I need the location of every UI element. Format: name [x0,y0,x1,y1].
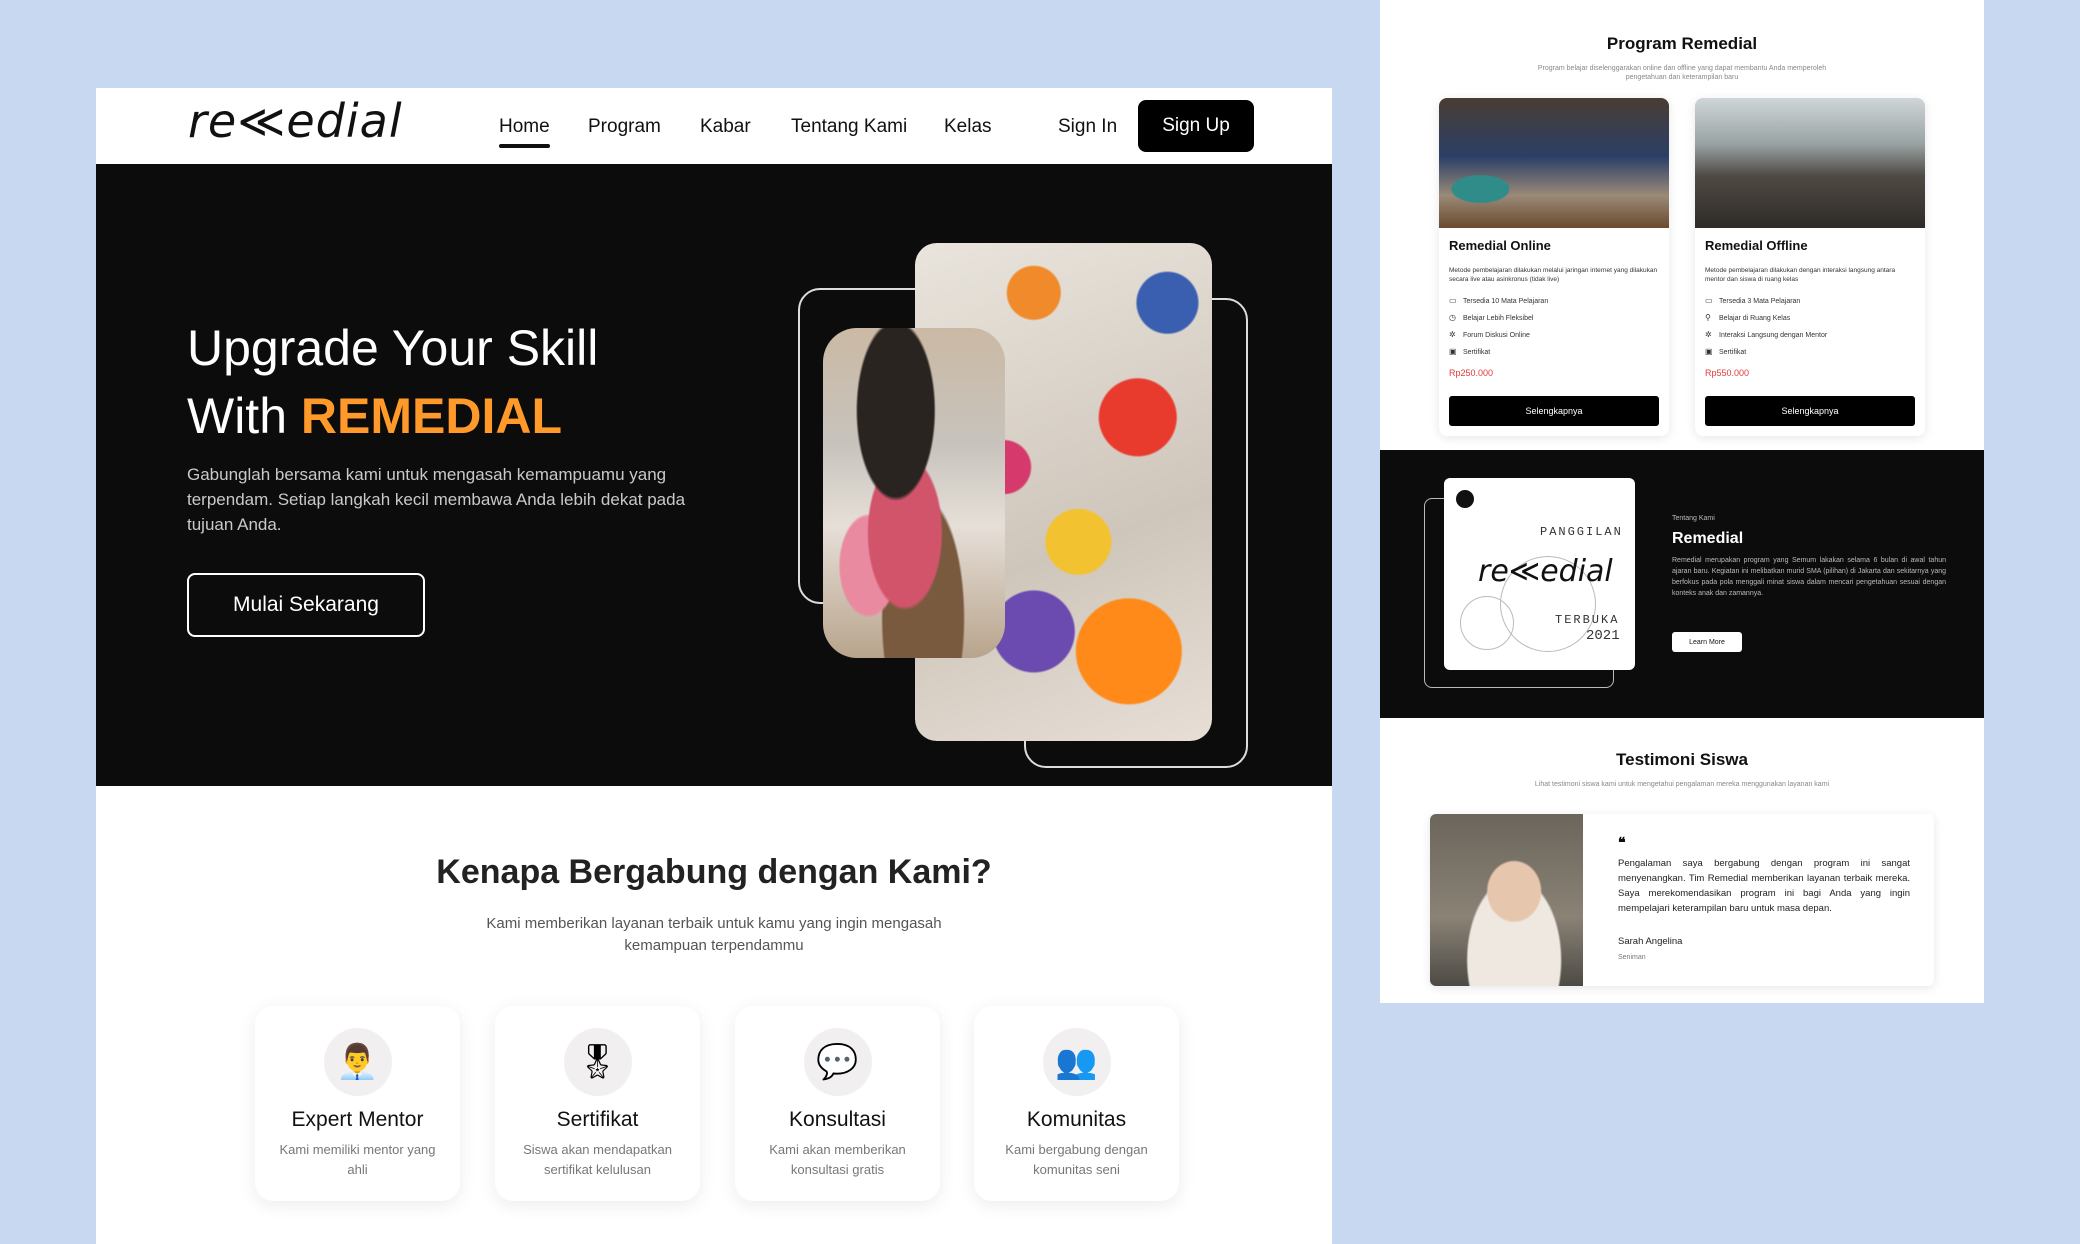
program-title: Program Remedial [1606,34,1758,53]
about-section: PANGGILAN re≪edial TERBUKA 2021 Tentang … [1380,450,1984,718]
list-item-label: Belajar di Ruang Kelas [1719,315,1791,322]
testimonial-title: Testimoni Siswa [1616,750,1748,769]
list-item: ✲ Forum Diskusi Online [1449,330,1548,347]
feature-description: Kami memiliki mentor yang ahli [279,1142,436,1177]
feature-description: Siswa akan mendapatkan sertifikat kelulu… [523,1142,672,1177]
list-item-label: Forum Diskusi Online [1463,332,1530,339]
list-item: ▣ Sertifikat [1449,347,1548,364]
sign-in-link[interactable]: Sign In [1058,116,1117,138]
testimonial-name: Sarah Angelina [1618,936,1683,947]
community-icon: 👥 [1042,1028,1111,1096]
quote-icon: ❝ [1618,834,1626,850]
hero-section: Upgrade Your Skill With REMEDIAL Gabungl… [96,164,1332,786]
nav-tentang-kami[interactable]: Tentang Kami [791,116,907,138]
start-now-button[interactable]: Mulai Sekarang [187,573,425,637]
feature-card-komunitas[interactable]: 👥 Komunitas Kami bergabung dengan komuni… [974,1006,1179,1201]
list-item-label: Tersedia 10 Mata Pelajaran [1463,298,1549,305]
list-item-label: Tersedia 3 Mata Pelajaran [1719,298,1801,305]
brand-mark-icon [1456,490,1474,508]
poster-subheading: TERBUKA [1555,613,1620,627]
decorative-circle [1460,596,1514,650]
program-card-offline[interactable]: Remedial Offline Metode pembelajaran dil… [1695,98,1925,436]
program-card-title: Remedial Online [1449,238,1551,253]
list-item: ⚲ Belajar di Ruang Kelas [1705,313,1827,330]
certificate-icon: ▣ [1705,347,1713,356]
poster-logo: re≪edial [1478,554,1613,589]
program-page-preview: Program Remedial Program belajar diselen… [1380,0,1984,1003]
nav-kelas[interactable]: Kelas [944,116,992,138]
feature-description: Kami akan memberikan konsultasi gratis [769,1142,906,1177]
certificate-icon: 🎖 [563,1028,632,1096]
navbar: re≪edial Home Program Kabar Tentang Kami… [96,88,1332,164]
feature-card-expert-mentor[interactable]: 👨‍💼 Expert Mentor Kami memiliki mentor y… [255,1006,460,1201]
hero-description: Gabunglah bersama kami untuk mengasah ke… [187,465,686,534]
clock-icon: ◷ [1449,313,1456,322]
details-button[interactable]: Selengkapnya [1705,396,1915,426]
poster-heading: PANGGILAN [1540,525,1623,539]
details-button[interactable]: Selengkapnya [1449,396,1659,426]
list-item: ▣ Sertifikat [1705,347,1827,364]
program-card-title: Remedial Offline [1705,238,1808,253]
online-class-image [1439,98,1669,228]
nav-kabar[interactable]: Kabar [700,116,751,138]
why-join-subtitle: Kami memberikan layanan terbaik untuk ka… [486,915,942,954]
feature-card-konsultasi[interactable]: 💬 Konsultasi Kami akan memberikan konsul… [735,1006,940,1201]
hero-title-accent: REMEDIAL [300,388,563,444]
student-photo [1430,814,1583,986]
feature-title: Sertifikat [556,1108,639,1131]
testimonial-role: Seniman [1618,954,1646,961]
poster-year: 2021 [1586,628,1620,644]
nav-program[interactable]: Program [588,116,661,138]
program-card-description: Metode pembelajaran dilakukan dengan int… [1705,267,1896,283]
list-item-label: Belajar Lebih Fleksibel [1463,315,1534,322]
recruitment-poster: PANGGILAN re≪edial TERBUKA 2021 [1444,478,1635,670]
certificate-icon: ▣ [1449,347,1457,356]
about-description: Remedial merupakan program yang Semum la… [1672,557,1946,597]
list-item: ◷ Belajar Lebih Fleksibel [1449,313,1548,330]
program-feature-list: ▭ Tersedia 10 Mata Pelajaran ◷ Belajar Leb… [1449,296,1548,364]
mentor-icon: 👨‍💼 [323,1028,392,1096]
book-icon: ▭ [1705,296,1713,305]
hero-title-line1: Upgrade Your Skill [187,320,599,376]
program-price: Rp550.000 [1705,368,1750,378]
program-card-online[interactable]: Remedial Online Metode pembelajaran dila… [1439,98,1669,436]
program-price: Rp250.000 [1449,368,1494,378]
interaction-icon: ✲ [1705,330,1712,339]
forum-icon: ✲ [1449,330,1456,339]
program-feature-list: ▭ Tersedia 3 Mata Pelajaran ⚲ Belajar di R… [1705,296,1827,364]
list-item: ✲ Interaksi Langsung dengan Mentor [1705,330,1827,347]
hero-title-prefix: With [187,388,301,444]
artist-painting-image [823,328,1005,658]
list-item-label: Interaksi Langsung dengan Mentor [1719,332,1828,339]
learn-more-button[interactable]: Learn More [1672,632,1742,652]
program-card-description: Metode pembelajaran dilakukan melalui ja… [1449,267,1658,283]
nav-home[interactable]: Home [499,116,550,148]
program-subtitle: Program belajar diselenggarakan online d… [1537,65,1827,81]
offline-class-image [1695,98,1925,228]
feature-title: Expert Mentor [291,1108,424,1131]
testimonial-card: ❝ Pengalaman saya bergabung dengan progr… [1430,814,1934,986]
book-icon: ▭ [1449,296,1457,305]
feature-description: Kami bergabung dengan komunitas seni [1005,1142,1148,1177]
list-item-label: Sertifikat [1463,349,1491,356]
location-icon: ⚲ [1705,313,1711,322]
consultation-icon: 💬 [803,1028,872,1096]
logo[interactable]: re≪edial [188,94,403,148]
hero-title: Upgrade Your Skill With REMEDIAL [187,314,598,450]
testimonial-text: Pengalaman saya bergabung dengan program… [1618,858,1910,914]
list-item-label: Sertifikat [1719,349,1747,356]
feature-title: Konsultasi [789,1108,886,1131]
testimonial-subtitle: Lihat testimoni siswa kami untuk mengeta… [1534,781,1830,788]
list-item: ▭ Tersedia 10 Mata Pelajaran [1449,296,1548,313]
sign-up-button[interactable]: Sign Up [1138,100,1254,152]
list-item: ▭ Tersedia 3 Mata Pelajaran [1705,296,1827,313]
about-title: Remedial [1672,530,1744,547]
feature-title: Komunitas [1026,1108,1127,1131]
why-join-title: Kenapa Bergabung dengan Kami? [436,853,992,891]
landing-page-preview: re≪edial Home Program Kabar Tentang Kami… [96,88,1332,1244]
about-label: Tentang Kami [1672,515,1715,522]
feature-card-sertifikat[interactable]: 🎖 Sertifikat Siswa akan mendapatkan sert… [495,1006,700,1201]
